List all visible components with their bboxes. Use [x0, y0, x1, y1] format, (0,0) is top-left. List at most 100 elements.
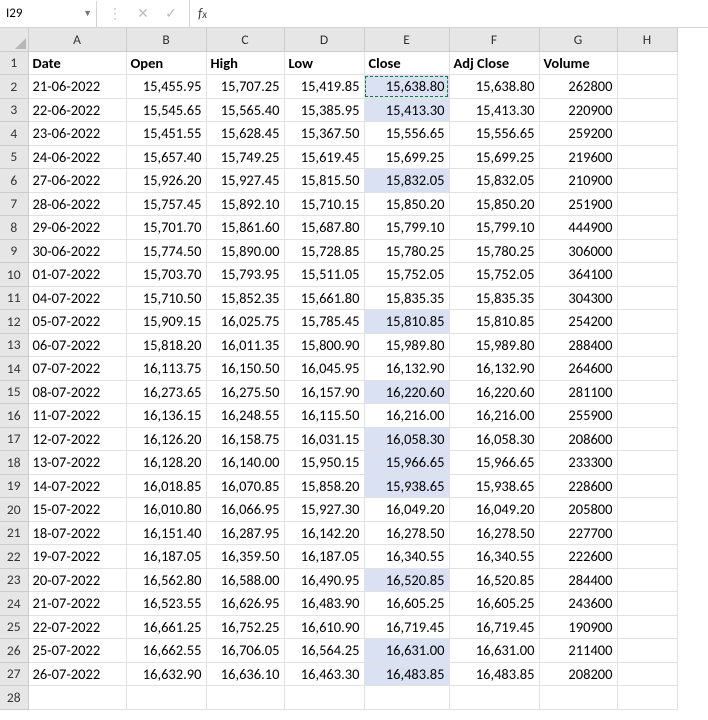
- cell-B20[interactable]: 16,010.80: [126, 498, 206, 522]
- cell-C27[interactable]: 16,636.10: [206, 662, 284, 686]
- cell-A24[interactable]: 21-07-2022: [28, 592, 126, 616]
- cell-F23[interactable]: 16,520.85: [449, 568, 539, 592]
- row-header-21[interactable]: 21: [0, 521, 28, 545]
- cell-F2[interactable]: 15,638.80: [449, 75, 539, 99]
- cell-E24[interactable]: 16,605.25: [364, 592, 449, 616]
- col-header-E[interactable]: E: [364, 28, 449, 51]
- cell-C17[interactable]: 16,158.75: [206, 427, 284, 451]
- cell-H16[interactable]: [617, 404, 677, 428]
- cell-E22[interactable]: 16,340.55: [364, 545, 449, 569]
- cell-F9[interactable]: 15,780.25: [449, 239, 539, 263]
- row-header-4[interactable]: 4: [0, 122, 28, 146]
- cell-C5[interactable]: 15,749.25: [206, 145, 284, 169]
- col-header-A[interactable]: A: [28, 28, 126, 51]
- cell-E12[interactable]: 15,810.85: [364, 310, 449, 334]
- cell-G8[interactable]: 444900: [539, 216, 617, 240]
- cell-B21[interactable]: 16,151.40: [126, 521, 206, 545]
- cell-F25[interactable]: 16,719.45: [449, 615, 539, 639]
- cell-F8[interactable]: 15,799.10: [449, 216, 539, 240]
- cell-D12[interactable]: 15,785.45: [284, 310, 364, 334]
- cell-D23[interactable]: 16,490.95: [284, 568, 364, 592]
- cell-F18[interactable]: 15,966.65: [449, 451, 539, 475]
- cell-B14[interactable]: 16,113.75: [126, 357, 206, 381]
- cell-H23[interactable]: [617, 568, 677, 592]
- cell-C28[interactable]: [206, 686, 284, 710]
- cell-D26[interactable]: 16,564.25: [284, 639, 364, 663]
- cell-C16[interactable]: 16,248.55: [206, 404, 284, 428]
- cell-E9[interactable]: 15,780.25: [364, 239, 449, 263]
- cell-D7[interactable]: 15,710.15: [284, 192, 364, 216]
- cell-C8[interactable]: 15,861.60: [206, 216, 284, 240]
- cell-B23[interactable]: 16,562.80: [126, 568, 206, 592]
- cell-C15[interactable]: 16,275.50: [206, 380, 284, 404]
- cell-D3[interactable]: 15,385.95: [284, 98, 364, 122]
- cell-F22[interactable]: 16,340.55: [449, 545, 539, 569]
- cell-H17[interactable]: [617, 427, 677, 451]
- cell-A18[interactable]: 13-07-2022: [28, 451, 126, 475]
- cell-G28[interactable]: [539, 686, 617, 710]
- cell-H11[interactable]: [617, 286, 677, 310]
- cell-D27[interactable]: 16,463.30: [284, 662, 364, 686]
- cell-C10[interactable]: 15,793.95: [206, 263, 284, 287]
- cell-F7[interactable]: 15,850.20: [449, 192, 539, 216]
- cell-A15[interactable]: 08-07-2022: [28, 380, 126, 404]
- cell-B13[interactable]: 15,818.20: [126, 333, 206, 357]
- cell-H2[interactable]: [617, 75, 677, 99]
- cell-H18[interactable]: [617, 451, 677, 475]
- row-header-5[interactable]: 5: [0, 145, 28, 169]
- name-box[interactable]: I29 ▼: [0, 1, 97, 27]
- cell-D1[interactable]: Low: [284, 51, 364, 75]
- cell-D16[interactable]: 16,115.50: [284, 404, 364, 428]
- cell-F16[interactable]: 16,216.00: [449, 404, 539, 428]
- cell-D6[interactable]: 15,815.50: [284, 169, 364, 193]
- cell-D11[interactable]: 15,661.80: [284, 286, 364, 310]
- cell-F12[interactable]: 15,810.85: [449, 310, 539, 334]
- cell-E10[interactable]: 15,752.05: [364, 263, 449, 287]
- spreadsheet-grid[interactable]: ABCDEFGH 1DateOpenHighLowCloseAdj CloseV…: [0, 28, 708, 710]
- cell-E13[interactable]: 15,989.80: [364, 333, 449, 357]
- row-header-28[interactable]: 28: [0, 686, 28, 710]
- row-header-3[interactable]: 3: [0, 98, 28, 122]
- cell-E17[interactable]: 16,058.30: [364, 427, 449, 451]
- cell-A23[interactable]: 20-07-2022: [28, 568, 126, 592]
- row-header-10[interactable]: 10: [0, 263, 28, 287]
- cell-E11[interactable]: 15,835.35: [364, 286, 449, 310]
- cell-A14[interactable]: 07-07-2022: [28, 357, 126, 381]
- cell-D19[interactable]: 15,858.20: [284, 474, 364, 498]
- cell-F13[interactable]: 15,989.80: [449, 333, 539, 357]
- row-header-2[interactable]: 2: [0, 75, 28, 99]
- cell-A20[interactable]: 15-07-2022: [28, 498, 126, 522]
- cell-C7[interactable]: 15,892.10: [206, 192, 284, 216]
- cell-E18[interactable]: 15,966.65: [364, 451, 449, 475]
- vdots-icon[interactable]: ⋮: [101, 5, 129, 22]
- cell-C3[interactable]: 15,565.40: [206, 98, 284, 122]
- row-header-1[interactable]: 1: [0, 51, 28, 75]
- cell-D5[interactable]: 15,619.45: [284, 145, 364, 169]
- cell-A10[interactable]: 01-07-2022: [28, 263, 126, 287]
- cell-E25[interactable]: 16,719.45: [364, 615, 449, 639]
- cell-H9[interactable]: [617, 239, 677, 263]
- cell-F3[interactable]: 15,413.30: [449, 98, 539, 122]
- cell-C22[interactable]: 16,359.50: [206, 545, 284, 569]
- cell-E8[interactable]: 15,799.10: [364, 216, 449, 240]
- cell-E28[interactable]: [364, 686, 449, 710]
- cell-G9[interactable]: 306000: [539, 239, 617, 263]
- cell-G22[interactable]: 222600: [539, 545, 617, 569]
- cell-B1[interactable]: Open: [126, 51, 206, 75]
- cell-G13[interactable]: 288400: [539, 333, 617, 357]
- row-header-19[interactable]: 19: [0, 474, 28, 498]
- cell-A4[interactable]: 23-06-2022: [28, 122, 126, 146]
- cell-D25[interactable]: 16,610.90: [284, 615, 364, 639]
- row-header-27[interactable]: 27: [0, 662, 28, 686]
- cell-G12[interactable]: 254200: [539, 310, 617, 334]
- cell-G14[interactable]: 264600: [539, 357, 617, 381]
- row-header-17[interactable]: 17: [0, 427, 28, 451]
- row-header-13[interactable]: 13: [0, 333, 28, 357]
- cell-A22[interactable]: 19-07-2022: [28, 545, 126, 569]
- cell-E1[interactable]: Close: [364, 51, 449, 75]
- cell-D8[interactable]: 15,687.80: [284, 216, 364, 240]
- cell-H5[interactable]: [617, 145, 677, 169]
- row-header-24[interactable]: 24: [0, 592, 28, 616]
- cell-H10[interactable]: [617, 263, 677, 287]
- cell-G24[interactable]: 243600: [539, 592, 617, 616]
